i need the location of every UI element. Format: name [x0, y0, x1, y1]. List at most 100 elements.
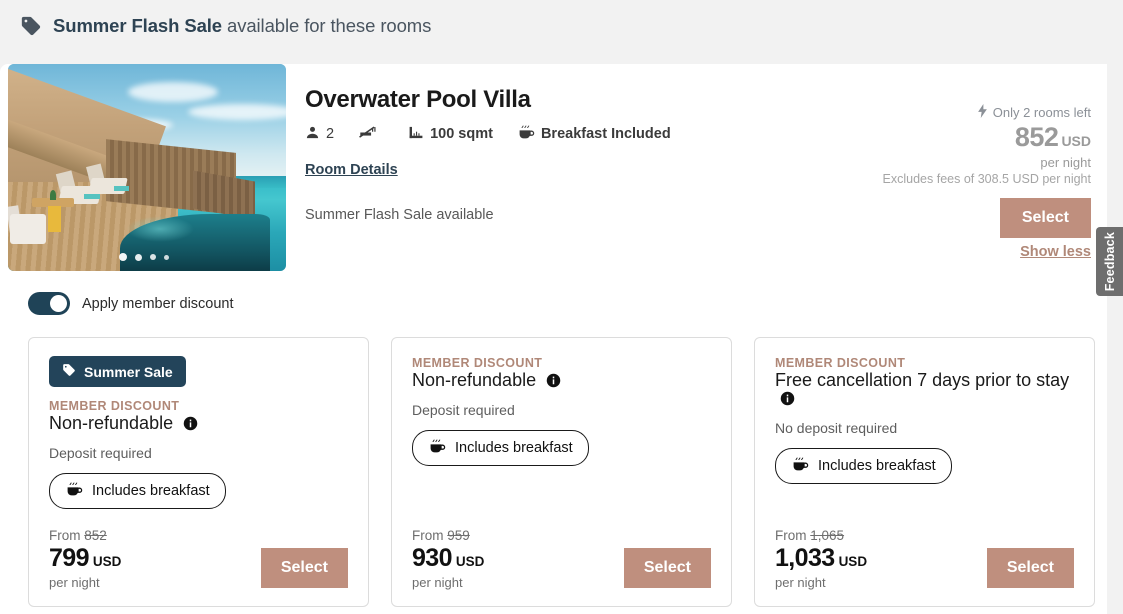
- room-details-link[interactable]: Room Details: [305, 162, 398, 178]
- rate-price-amount: 1,033: [775, 544, 835, 572]
- summer-sale-badge[interactable]: Summer Sale: [49, 356, 186, 387]
- headline-per-night: per night: [1040, 155, 1091, 170]
- carousel-dot-4[interactable]: [164, 254, 169, 260]
- includes-breakfast-pill: Includes breakfast: [49, 473, 226, 509]
- coffee-cup-icon: [791, 456, 809, 476]
- spec-breakfast-label: Breakfast Included: [540, 126, 671, 142]
- rate-price-group: From 959 930 USD per night: [412, 528, 484, 590]
- coffee-cup-icon: [517, 124, 541, 144]
- from-label: From: [412, 528, 444, 543]
- carousel-dot-1[interactable]: [119, 253, 127, 261]
- promo-title: Summer Flash Sale: [53, 15, 222, 36]
- spec-breakfast: Breakfast Included: [517, 124, 671, 144]
- select-button[interactable]: Select: [986, 548, 1074, 588]
- headline-price-currency: USD: [1061, 133, 1091, 149]
- room-info: Overwater Pool Villa 2 100 sqmt Breakfas…: [305, 86, 695, 223]
- info-icon[interactable]: [780, 391, 795, 411]
- promo-subtitle: available for these rooms: [221, 15, 432, 36]
- photo-towel: [84, 194, 100, 199]
- lightning-bolt-icon: [977, 104, 988, 121]
- coffee-cup-icon: [428, 438, 446, 458]
- rate-card-list: Summer Sale MEMBER DISCOUNT Non-refundab…: [28, 337, 1095, 607]
- original-price: 1,065: [810, 528, 845, 543]
- rate-card: Summer Sale MEMBER DISCOUNT Non-refundab…: [28, 337, 369, 607]
- headline-price-amount: 852: [1014, 122, 1059, 152]
- headline-price-block: Only 2 rooms left 852 USD per night Exclu…: [731, 104, 1091, 260]
- no-smoking-icon: [358, 125, 384, 144]
- includes-breakfast-pill: Includes breakfast: [775, 448, 952, 484]
- rate-price-footer: From 852 799 USD per night Select: [49, 528, 348, 590]
- deposit-info: No deposit required: [775, 420, 898, 436]
- rate-name: Non-refundable: [412, 370, 537, 390]
- from-price-line: From 852: [49, 528, 121, 543]
- summer-sale-badge-label: Summer Sale: [84, 363, 173, 380]
- promo-text: Summer Flash Sale available for these ro…: [53, 15, 431, 37]
- room-title: Overwater Pool Villa: [305, 86, 531, 113]
- spec-size: 100 sqmt: [408, 125, 493, 144]
- room-rates-page: Summer Flash Sale available for these ro…: [0, 0, 1123, 614]
- info-icon[interactable]: [183, 416, 198, 436]
- feedback-tab-label: Feedback: [1102, 231, 1117, 292]
- from-label: From: [49, 528, 81, 543]
- person-icon: [305, 125, 326, 144]
- rate-price-currency: USD: [455, 554, 485, 569]
- rate-name-row: Non-refundable: [412, 370, 711, 393]
- rate-card: MEMBER DISCOUNT Non-refundable Deposit r…: [391, 337, 732, 607]
- photo-pool-shimmer: [126, 216, 194, 242]
- includes-breakfast-pill: Includes breakfast: [412, 430, 589, 466]
- rate-per-night: per night: [775, 575, 826, 590]
- feedback-tab[interactable]: Feedback: [1096, 227, 1123, 296]
- ruler-icon: [408, 125, 430, 144]
- spec-no-smoking: [358, 125, 384, 144]
- member-discount-toggle-label: Apply member discount: [82, 295, 234, 312]
- member-discount-toggle-row[interactable]: Apply member discount: [28, 292, 234, 315]
- rooms-left-notice: Only 2 rooms left: [731, 104, 1091, 121]
- rooms-left-label: Only 2 rooms left: [992, 105, 1091, 120]
- price-tag-icon: [62, 363, 76, 380]
- carousel-dot-3[interactable]: [150, 254, 156, 260]
- room-specs: 2 100 sqmt Breakfast Included: [305, 124, 695, 144]
- promo-banner: Summer Flash Sale available for these ro…: [0, 0, 1123, 52]
- select-button[interactable]: Select: [260, 548, 348, 588]
- rate-price-footer: From 1,065 1,033 USD per night Select: [775, 528, 1074, 590]
- info-icon[interactable]: [546, 373, 561, 393]
- rate-price: 1,033 USD: [775, 544, 867, 573]
- sale-availability-note: Summer Flash Sale available: [305, 207, 494, 223]
- price-tag-icon: [20, 15, 42, 37]
- deposit-info: Deposit required: [49, 445, 152, 461]
- show-less-link[interactable]: Show less: [731, 244, 1091, 260]
- rate-per-night: per night: [412, 575, 463, 590]
- toggle-knob: [50, 295, 67, 312]
- rate-price-footer: From 959 930 USD per night Select: [412, 528, 711, 590]
- member-discount-label: MEMBER DISCOUNT: [412, 356, 543, 370]
- photo-table-leg: [48, 206, 61, 232]
- room-photo-carousel[interactable]: [8, 64, 286, 271]
- headline-price: 852 USD: [731, 122, 1091, 153]
- includes-breakfast-label: Includes breakfast: [818, 458, 936, 474]
- rate-name: Non-refundable: [49, 413, 174, 433]
- deposit-info: Deposit required: [412, 402, 515, 418]
- rate-price-group: From 852 799 USD per night: [49, 528, 121, 590]
- rate-card: MEMBER DISCOUNT Free cancellation 7 days…: [754, 337, 1095, 607]
- spec-occupancy: 2: [305, 125, 334, 144]
- select-button-main[interactable]: Select: [999, 198, 1091, 238]
- original-price: 852: [84, 528, 107, 543]
- member-discount-label: MEMBER DISCOUNT: [49, 399, 180, 413]
- carousel-dot-2[interactable]: [135, 253, 142, 261]
- select-button[interactable]: Select: [623, 548, 711, 588]
- rate-price-group: From 1,065 1,033 USD per night: [775, 528, 867, 590]
- photo-cloud: [128, 82, 218, 102]
- carousel-dots[interactable]: [119, 253, 169, 261]
- headline-fees-note: Excludes fees of 308.5 USD per night: [882, 172, 1091, 186]
- member-discount-toggle[interactable]: [28, 292, 70, 315]
- rate-name: Free cancellation 7 days prior to stay: [775, 370, 1070, 390]
- rate-price: 799 USD: [49, 544, 121, 573]
- photo-cloud: [188, 104, 286, 120]
- member-discount-label: MEMBER DISCOUNT: [775, 356, 906, 370]
- rate-price: 930 USD: [412, 544, 484, 573]
- rate-price-currency: USD: [838, 554, 868, 569]
- rate-price-currency: USD: [92, 554, 122, 569]
- from-price-line: From 959: [412, 528, 484, 543]
- from-price-line: From 1,065: [775, 528, 867, 543]
- photo-towel: [114, 186, 129, 191]
